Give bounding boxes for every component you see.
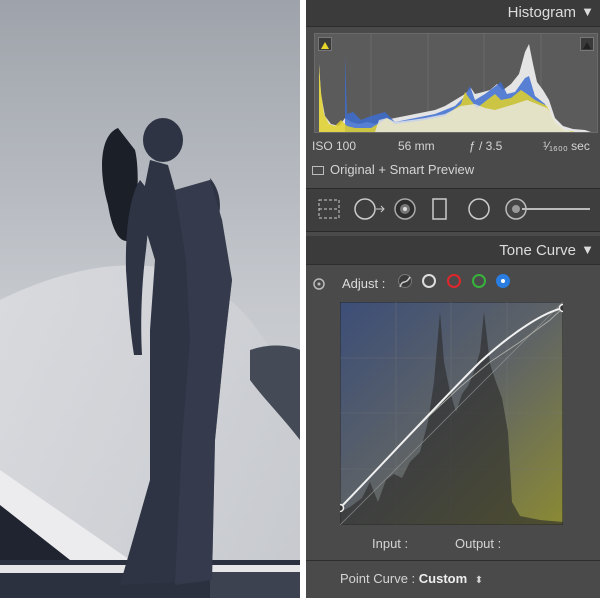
updown-chevron-icon[interactable]: ⬍ bbox=[475, 575, 483, 586]
tone-curve-header[interactable]: Tone Curve ▼ bbox=[306, 236, 600, 265]
curve-white-point[interactable] bbox=[558, 303, 568, 313]
point-curve-row: Point Curve : Custom ⬍ bbox=[340, 571, 483, 586]
histogram-graph[interactable] bbox=[314, 33, 598, 133]
curve-black-point[interactable] bbox=[335, 503, 345, 513]
graduated-filter-icon[interactable] bbox=[430, 197, 450, 226]
tone-curve-title: Tone Curve bbox=[499, 242, 576, 259]
highlight-clipping-icon[interactable] bbox=[580, 37, 594, 51]
adjustment-brush-icon[interactable] bbox=[504, 197, 592, 226]
spot-removal-icon[interactable] bbox=[352, 197, 386, 226]
collapse-triangle-icon[interactable]: ▼ bbox=[581, 4, 594, 19]
adjust-label: Adjust : bbox=[342, 276, 386, 291]
preview-status[interactable]: Original + Smart Preview bbox=[312, 162, 474, 177]
radial-filter-icon[interactable] bbox=[466, 197, 492, 226]
tool-strip bbox=[306, 188, 600, 232]
input-label: Input : bbox=[372, 536, 409, 551]
blue-channel-button[interactable] bbox=[496, 274, 510, 288]
output-label: Output : bbox=[455, 536, 502, 551]
red-channel-button[interactable] bbox=[447, 274, 461, 288]
photo-image bbox=[0, 0, 300, 598]
develop-panel: Histogram ▼ ISO 100 56 mm ƒ / 3.5 ¹⁄₁₆₀₀… bbox=[306, 0, 600, 598]
histogram-header[interactable]: Histogram ▼ bbox=[306, 0, 600, 27]
green-channel-button[interactable] bbox=[472, 274, 486, 288]
histogram-plot bbox=[319, 34, 591, 132]
tone-curve-plot bbox=[335, 301, 568, 526]
iso-value: ISO 100 bbox=[312, 139, 357, 153]
tone-curve-graph[interactable] bbox=[335, 301, 568, 526]
separator bbox=[306, 560, 600, 561]
preview-icon bbox=[312, 166, 324, 176]
point-curve-value: Custom bbox=[418, 571, 468, 586]
focal-length: 56 mm bbox=[398, 139, 435, 153]
tone-curve-collapse-icon[interactable]: ▼ bbox=[581, 242, 594, 257]
shadow-clipping-icon[interactable] bbox=[318, 37, 332, 51]
target-adjustment-icon[interactable] bbox=[312, 277, 326, 296]
aperture: ƒ / 3.5 bbox=[469, 139, 503, 153]
rgb-channel-button[interactable] bbox=[422, 274, 436, 288]
histogram-title: Histogram bbox=[507, 4, 576, 21]
point-curve-label: Point Curve : bbox=[340, 571, 416, 586]
shutter-speed: ¹⁄₁₆₀₀ sec bbox=[543, 139, 590, 153]
preview-status-text: Original + Smart Preview bbox=[330, 162, 475, 177]
point-curve-select[interactable]: Custom bbox=[419, 571, 467, 586]
crop-overlay-icon[interactable] bbox=[316, 197, 342, 226]
red-eye-icon[interactable] bbox=[392, 197, 418, 226]
parametric-curve-icon[interactable] bbox=[398, 274, 412, 288]
photo-preview bbox=[0, 0, 300, 598]
